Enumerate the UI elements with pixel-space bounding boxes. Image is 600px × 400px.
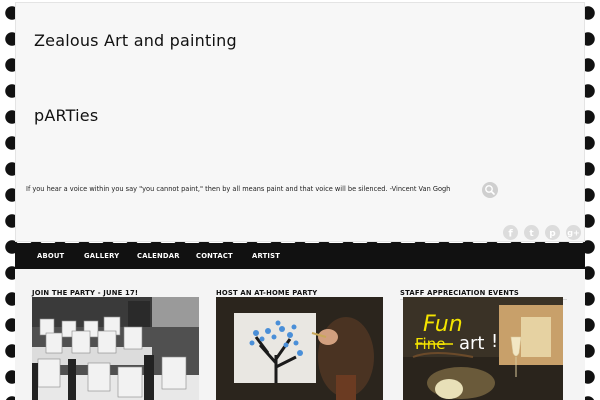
nav-item-calendar[interactable]: CALENDAR (137, 243, 180, 269)
widget-title-host-party[interactable]: HOST AN AT-HOME PARTY (216, 289, 317, 297)
site-title[interactable]: Zealous Art and painting (34, 31, 237, 50)
search-button[interactable] (482, 182, 498, 198)
nav-item-contact[interactable]: CONTACT (196, 243, 233, 269)
twitter-icon[interactable]: t (524, 225, 539, 240)
pinterest-icon[interactable]: p (545, 225, 560, 240)
nav-item-about[interactable]: ABOUT (37, 243, 64, 269)
main-navigation: ABOUT GALLERY CALENDAR CONTACT ARTIST (15, 243, 585, 269)
site-title-line-2[interactable]: pARTies (34, 106, 98, 125)
widget-title-staff-appreciation[interactable]: STAFF APPRECIATION EVENTS (400, 289, 519, 297)
search-icon (485, 185, 495, 195)
svg-text:g+: g+ (567, 229, 579, 238)
svg-text:f: f (508, 229, 513, 240)
art-text: art (459, 333, 485, 354)
facebook-icon[interactable]: f (503, 225, 518, 240)
tagline: If you hear a voice within you say "you … (26, 185, 451, 193)
svg-text:t: t (529, 229, 534, 239)
at-home-painting-image[interactable] (216, 297, 383, 400)
exclamation-text: ! (491, 331, 498, 352)
party-room-image[interactable] (32, 297, 199, 400)
nav-item-artist[interactable]: ARTIST (252, 243, 280, 269)
header-panel: Zealous Art and painting pARTies If you … (15, 2, 585, 242)
google-plus-icon[interactable]: g+ (566, 225, 581, 240)
svg-text:p: p (549, 229, 556, 239)
nav-item-gallery[interactable]: GALLERY (84, 243, 119, 269)
fun-text: Fun (423, 312, 463, 337)
content-area: JOIN THE PARTY - JUNE 17! HOST AN AT-HOM… (15, 269, 585, 400)
widget-title-join-party[interactable]: JOIN THE PARTY - JUNE 17! (32, 289, 138, 297)
fun-art-image[interactable]: Fun Fine art ! (403, 297, 563, 400)
